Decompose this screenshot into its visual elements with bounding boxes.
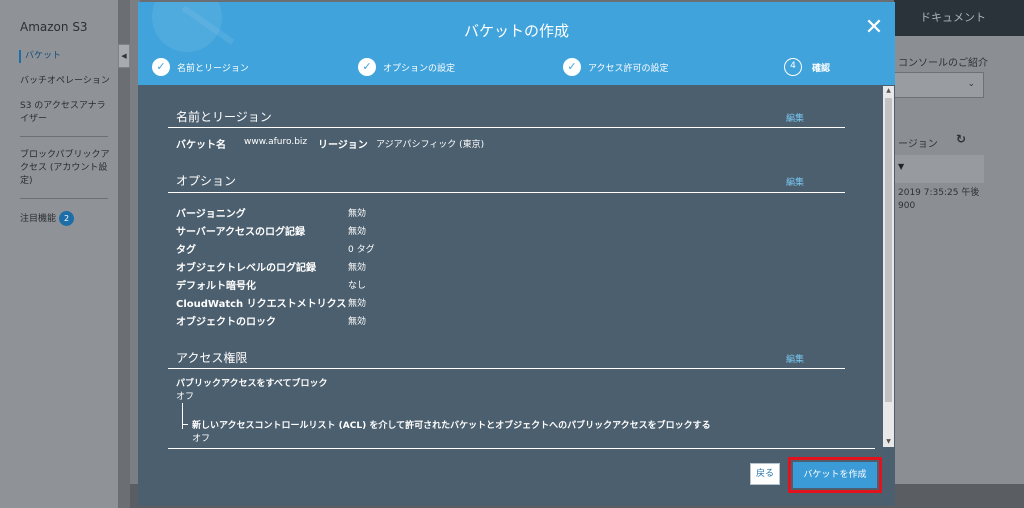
step-number: 4	[784, 58, 802, 76]
create-bucket-button[interactable]: バケットを作成	[793, 462, 877, 488]
documentation-link[interactable]: ドキュメント	[894, 0, 1024, 36]
option-value: 無効	[348, 227, 367, 237]
review-content: 名前とリージョン 編集 バケット名 www.afuro.biz リージョン アジ…	[138, 85, 883, 452]
option-label: バージョニング	[176, 209, 246, 220]
block-acl-public-access-label: 新しいアクセスコントロールリスト (ACL) を介して許可されたバケットとオブジ…	[192, 421, 711, 431]
option-label: デフォルト暗号化	[176, 281, 256, 292]
option-label: CloudWatch リクエストメトリクス	[176, 299, 347, 310]
featured-count-badge: 2	[59, 211, 75, 226]
create-bucket-modal: バケットの作成 ✕ ✓ 名前とリージョン ✓ オプションの設定 ✓ アクセス許可…	[138, 2, 895, 506]
step-name-region[interactable]: ✓ 名前とリージョン	[152, 56, 249, 78]
sidebar-divider	[20, 136, 108, 137]
step-review: 4 確認	[784, 56, 830, 78]
option-label: タグ	[176, 245, 196, 256]
block-all-public-access-label: パブリックアクセスをすべてブロック	[176, 379, 328, 389]
background-right-panel: ドキュメント コンソールのご紹介 ⌄ ージョン ↻ ▼ 2019 7:35:25…	[894, 0, 1024, 508]
block-acl-public-access-value: オフ	[192, 434, 211, 444]
sidebar-item-access-analyzer[interactable]: S3 のアクセスアナライザー	[20, 100, 110, 126]
sidebar-item-featured[interactable]: 注目機能 2	[20, 211, 110, 226]
app-title: Amazon S3	[20, 20, 88, 34]
section-divider	[168, 368, 845, 369]
section-divider	[168, 127, 845, 128]
created-date-text: 2019 7:35:25 午後 900	[898, 187, 979, 213]
sidebar-item-batch-operations[interactable]: バッチオペレーション	[20, 75, 110, 88]
bucket-name-value: www.afuro.biz	[244, 137, 308, 147]
option-value: 無効	[348, 209, 367, 219]
option-label: サーバーアクセスのログ記録	[176, 227, 305, 238]
option-label: オブジェクトのロック	[176, 317, 276, 328]
section-title-permissions: アクセス権限	[176, 351, 248, 365]
check-circle-icon: ✓	[563, 58, 581, 76]
sidebar-item-label: 注目機能	[20, 214, 57, 224]
check-circle-icon: ✓	[358, 58, 376, 76]
step-label: 確認	[812, 63, 831, 74]
block-all-public-access-value: オフ	[176, 392, 195, 402]
section-divider	[168, 192, 845, 193]
chevron-down-icon: ⌄	[967, 79, 975, 89]
modal-title: バケットの作成	[463, 22, 569, 40]
section-title-name-region: 名前とリージョン	[176, 110, 272, 124]
modal-header: バケットの作成 ✕ ✓ 名前とリージョン ✓ オプションの設定 ✓ アクセス許可…	[138, 2, 895, 85]
sidebar-item-block-public-access[interactable]: ブロックパブリックアクセス (アカウント設定)	[20, 149, 110, 188]
step-label: 名前とリージョン	[177, 63, 249, 74]
region-label: リージョン	[318, 140, 368, 151]
content-scrollbar[interactable]: ▲ ▼	[883, 86, 894, 447]
dropdown-select[interactable]: ⌄	[894, 72, 984, 98]
sidebar-nav: バケット バッチオペレーション S3 のアクセスアナライザー ブロックパブリック…	[19, 50, 110, 238]
sidebar: Amazon S3 バケット バッチオペレーション S3 のアクセスアナライザー…	[0, 0, 118, 508]
option-value: 無効	[348, 317, 367, 327]
footer-divider	[168, 448, 875, 449]
sidebar-item-buckets[interactable]: バケット	[19, 50, 110, 63]
check-circle-icon: ✓	[152, 58, 170, 76]
edit-options-link[interactable]: 編集	[786, 175, 804, 188]
step-options[interactable]: ✓ オプションの設定	[358, 56, 455, 78]
option-value: なし	[348, 281, 367, 291]
sidebar-collapse-button[interactable]: ◀	[118, 44, 130, 68]
edit-permissions-link[interactable]: 編集	[786, 352, 804, 365]
scroll-down-icon[interactable]: ▼	[883, 437, 894, 447]
table-header-row: ▼	[894, 155, 984, 183]
sidebar-divider	[20, 198, 108, 199]
step-label: オプションの設定	[383, 63, 456, 74]
option-value: 無効	[348, 299, 367, 309]
option-value: 無効	[348, 263, 367, 273]
scroll-up-icon[interactable]: ▲	[883, 86, 894, 96]
region-value: アジアパシフィック (東京)	[376, 140, 485, 150]
sort-down-icon: ▼	[898, 162, 905, 171]
edit-name-region-link[interactable]: 編集	[786, 111, 804, 124]
wizard-steps: ✓ 名前とリージョン ✓ オプションの設定 ✓ アクセス許可の設定 4 確認	[138, 56, 895, 80]
console-intro-text: コンソールのご紹介	[898, 58, 988, 69]
back-button[interactable]: 戻る	[750, 463, 780, 485]
section-title-options: オプション	[176, 174, 237, 188]
region-column-label: ージョン	[898, 139, 938, 150]
tree-connector	[182, 424, 188, 425]
refresh-icon[interactable]: ↻	[956, 132, 966, 146]
date-line: 2019 7:35:25 午後	[898, 188, 980, 198]
bucket-name-label: バケット名	[176, 140, 226, 151]
tree-connector	[182, 403, 183, 429]
step-label: アクセス許可の設定	[588, 63, 669, 74]
scrollbar-thumb[interactable]	[885, 98, 892, 402]
close-icon[interactable]: ✕	[863, 17, 885, 40]
date-line: 900	[898, 201, 916, 211]
step-permissions[interactable]: ✓ アクセス許可の設定	[563, 56, 669, 78]
option-label: オブジェクトレベルのログ記録	[176, 263, 316, 274]
option-value: 0 タグ	[348, 245, 375, 255]
